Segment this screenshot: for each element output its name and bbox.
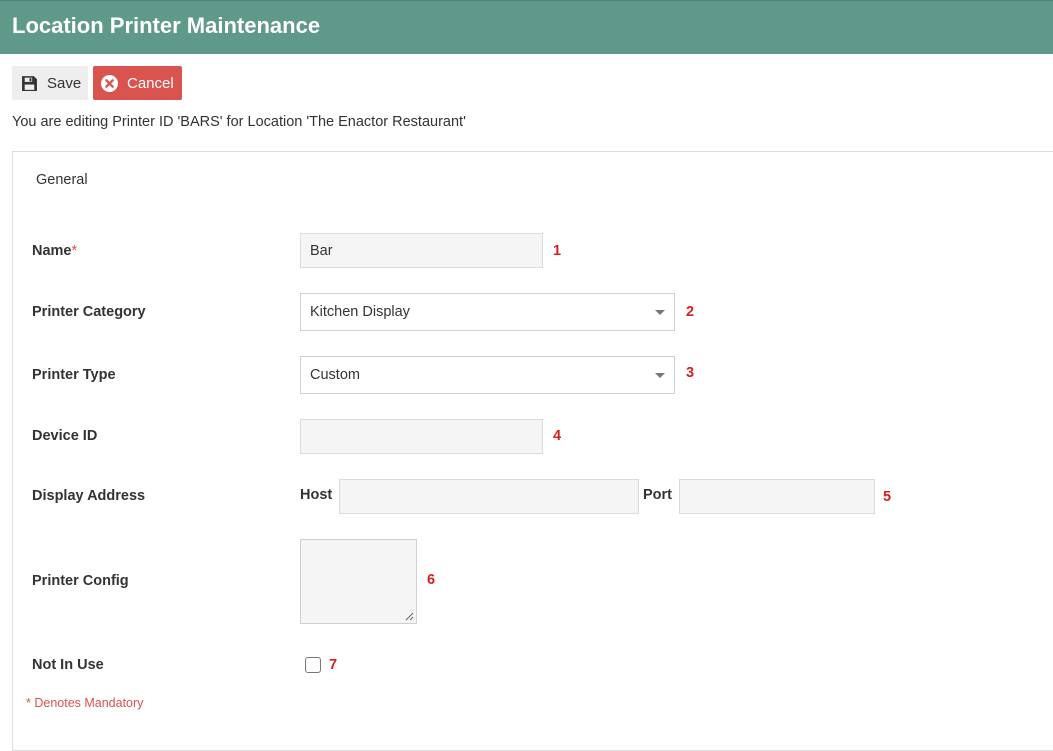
chevron-down-icon [655,310,665,315]
port-label: Port [643,487,672,503]
tab-general[interactable]: General [36,172,88,188]
page-header: Location Printer Maintenance [0,0,1053,54]
printer-config-label: Printer Config [32,573,129,589]
name-input-value: Bar [310,242,333,259]
marker-6: 6 [427,572,436,588]
device-id-label: Device ID [32,428,98,444]
marker-3: 3 [686,365,695,381]
cancel-button-label: Cancel [127,74,174,92]
not-in-use-checkbox[interactable] [305,657,321,673]
marker-4: 4 [553,428,562,444]
close-circle-icon [101,74,118,92]
marker-7: 7 [329,657,338,673]
printer-category-value: Kitchen Display [310,304,410,320]
marker-2: 2 [686,304,695,320]
printer-category-select[interactable]: Kitchen Display [300,293,675,331]
host-input[interactable] [339,479,639,514]
name-label: Name* [32,243,78,259]
save-button-label: Save [47,74,82,92]
printer-type-label: Printer Type [32,367,116,383]
floppy-disk-icon [22,75,37,91]
mandatory-note: * Denotes Mandatory [26,696,144,710]
marker-5: 5 [883,489,892,505]
name-input[interactable]: Bar [300,233,543,268]
editing-info-text: You are editing Printer ID 'BARS' for Lo… [12,114,466,130]
printer-config-textarea[interactable] [300,539,417,624]
resize-handle-icon[interactable] [405,612,414,621]
printer-type-select[interactable]: Custom [300,356,675,394]
not-in-use-label: Not In Use [32,657,104,673]
printer-type-value: Custom [310,367,360,383]
marker-1: 1 [553,243,562,259]
display-address-label: Display Address [32,488,146,504]
printer-category-label: Printer Category [32,304,146,320]
device-id-input[interactable] [300,419,543,454]
page-title: Location Printer Maintenance [12,13,321,38]
chevron-down-icon [655,373,665,378]
cancel-button[interactable]: Cancel [93,66,182,100]
port-input[interactable] [679,479,875,514]
required-asterisk: * [71,243,78,259]
host-label: Host [300,487,333,503]
save-button[interactable]: Save [12,66,88,100]
